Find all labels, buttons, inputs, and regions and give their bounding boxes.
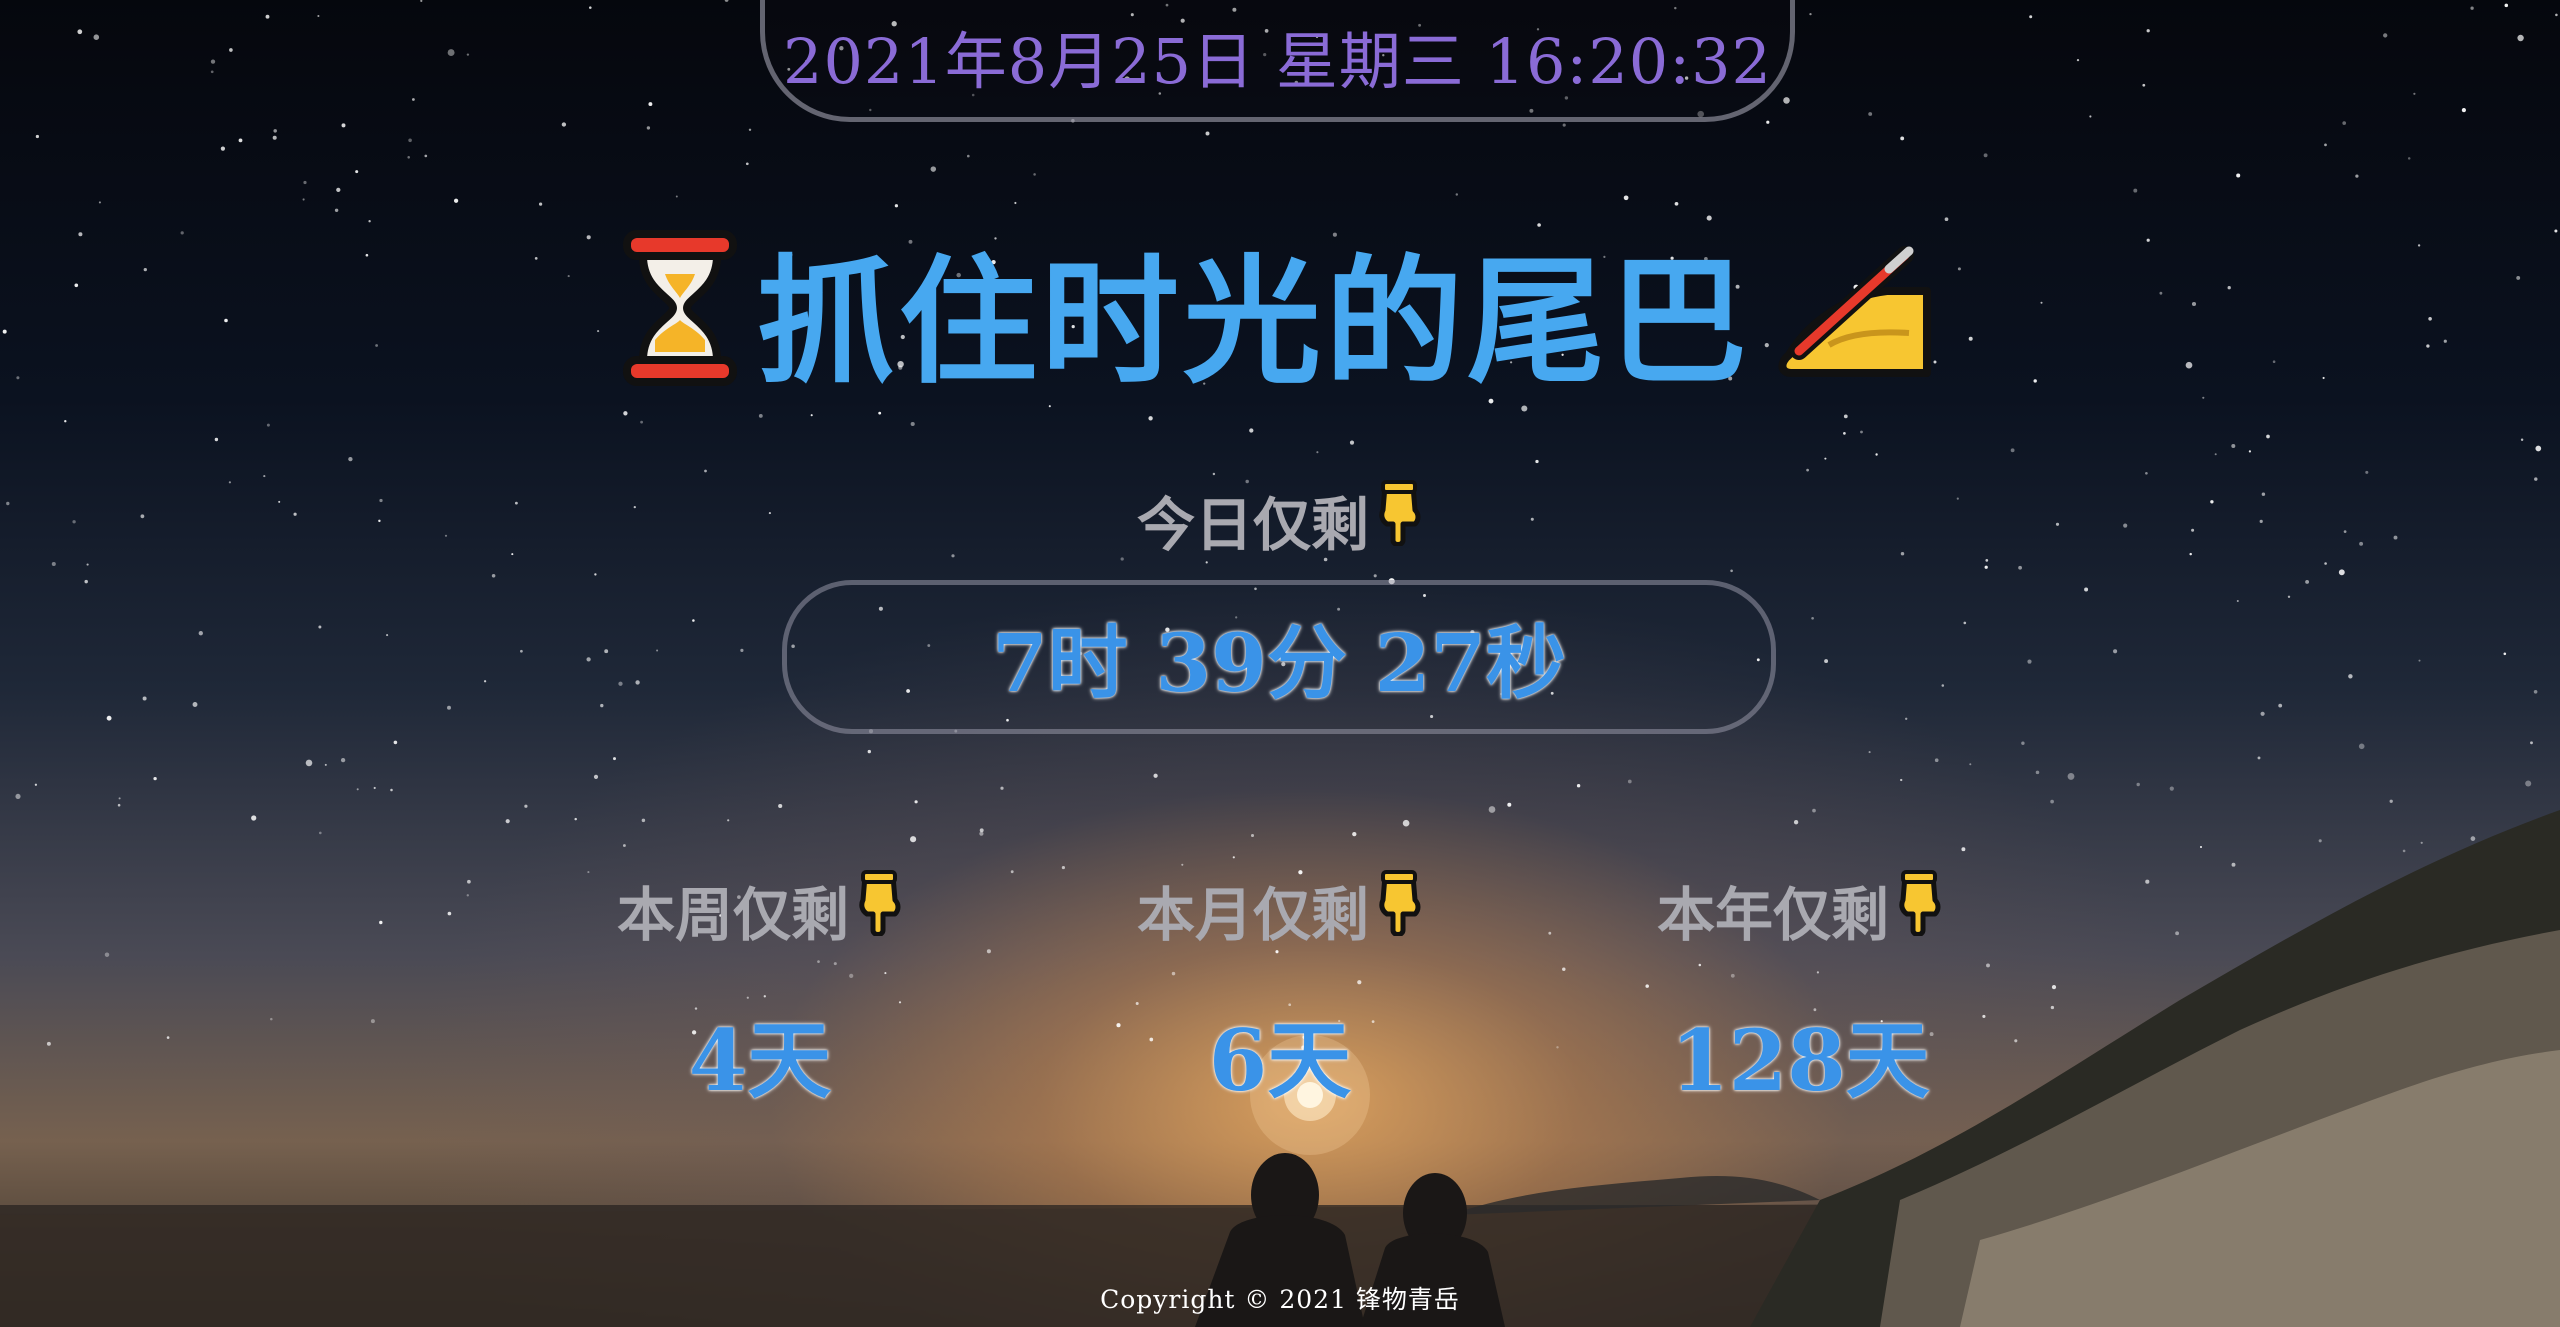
week-label-text: 本周仅剩 xyxy=(616,881,849,949)
month-label-text: 本月仅剩 xyxy=(1136,881,1369,949)
month-remaining-label: 本月仅剩 xyxy=(1137,868,1423,952)
current-datetime: 2021年8月25日 星期三 16:20:32 xyxy=(783,25,1772,98)
today-remaining-label: 今日仅剩 xyxy=(0,478,2560,562)
year-remaining: 本年仅剩 128天 xyxy=(1540,868,2060,1115)
headline-text: 抓住时光的尾巴 xyxy=(756,240,1751,403)
pointing-down-icon xyxy=(1895,870,1943,950)
page-title: 抓住时光的尾巴 xyxy=(0,210,2560,410)
datetime-display: 2021年8月25日 星期三 16:20:32 xyxy=(760,0,1795,122)
week-remaining-label: 本周仅剩 xyxy=(617,868,903,952)
week-remaining-value: 4天 xyxy=(688,1011,832,1110)
pointing-down-icon xyxy=(1375,870,1423,950)
month-remaining: 本月仅剩 6天 xyxy=(1020,868,1540,1115)
pointing-down-icon xyxy=(855,870,903,950)
week-remaining: 本周仅剩 4天 xyxy=(500,868,1020,1115)
today-remaining-box: 7时 39分 27秒 xyxy=(782,580,1776,734)
year-remaining-value: 128天 xyxy=(1670,1011,1930,1110)
month-remaining-value: 6天 xyxy=(1208,1011,1352,1110)
today-label-text: 今日仅剩 xyxy=(1136,491,1369,559)
pointing-down-icon xyxy=(1375,480,1423,560)
year-label-text: 本年仅剩 xyxy=(1656,881,1889,949)
year-remaining-label: 本年仅剩 xyxy=(1657,868,1943,952)
writing-hand-icon xyxy=(1769,233,1939,387)
page-background: 2021年8月25日 星期三 16:20:32 抓住时光的尾巴 今日仅剩 7时 … xyxy=(0,0,2560,1327)
today-remaining-value: 7时 39分 27秒 xyxy=(991,616,1567,710)
copyright-footer: Copyright © 2021 锋物青岳 xyxy=(1100,1285,1460,1314)
hourglass-icon xyxy=(621,228,739,392)
